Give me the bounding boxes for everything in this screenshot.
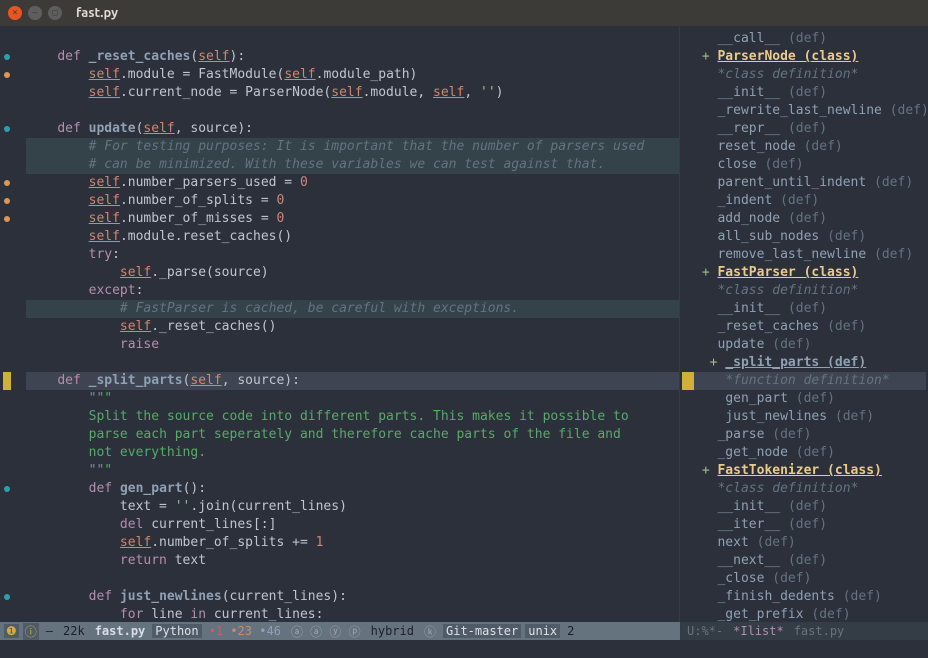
buffer-state: – [43, 624, 56, 638]
outline-item[interactable]: *function definition* [682, 372, 926, 390]
outline-item[interactable]: all_sub_nodes (def) [682, 228, 926, 246]
code-line[interactable]: raise [26, 336, 679, 354]
code-line[interactable]: self.current_node = ParserNode(self.modu… [26, 84, 679, 102]
modeline-right[interactable]: U:%*- *Ilist* fast.py [680, 622, 928, 640]
buffer-file: fast.py [92, 624, 149, 638]
outline-item[interactable]: *class definition* [682, 282, 926, 300]
code-line[interactable]: try: [26, 246, 679, 264]
code-line[interactable]: for line in current_lines: [26, 606, 679, 622]
code-line[interactable]: self.number_of_splits = 0 [26, 192, 679, 210]
code-line[interactable]: # FastParser is cached, be careful with … [26, 300, 679, 318]
buffer-size: 22k [60, 624, 88, 638]
fringe [14, 26, 22, 622]
outline-item[interactable]: + ParserNode (class) [682, 48, 926, 66]
outline-item[interactable]: _get_prefix (def) [682, 606, 926, 622]
code-line[interactable]: Split the source code into different par… [26, 408, 679, 426]
outline-item[interactable]: + FastParser (class) [682, 264, 926, 282]
window-controls: × – ▢ [8, 6, 62, 20]
outline-item[interactable]: _get_node (def) [682, 444, 926, 462]
outline-item[interactable]: update (def) [682, 336, 926, 354]
modeline-left[interactable]: ❶ ⓘ – 22k fast.py Python •1 •23 •46 ⓐ ⓐ ⓨ… [0, 622, 680, 640]
code-line[interactable]: self.number_of_misses = 0 [26, 210, 679, 228]
outline-item[interactable]: _close (def) [682, 570, 926, 588]
code-line[interactable]: self._parse(source) [26, 264, 679, 282]
outline-item[interactable]: *class definition* [682, 66, 926, 84]
code-line[interactable]: self.number_parsers_used = 0 [26, 174, 679, 192]
code-line[interactable]: except: [26, 282, 679, 300]
code-line[interactable]: return text [26, 552, 679, 570]
minimize-button[interactable]: – [28, 6, 42, 20]
evil-state: hybrid [368, 624, 417, 638]
major-mode: Python [152, 624, 201, 638]
outline-item[interactable]: _indent (def) [682, 192, 926, 210]
code-line[interactable] [26, 354, 679, 372]
code-line[interactable]: not everything. [26, 444, 679, 462]
modelines: ❶ ⓘ – 22k fast.py Python •1 •23 •46 ⓐ ⓐ ⓨ… [0, 622, 928, 640]
code-line[interactable]: def gen_part(): [26, 480, 679, 498]
outline-item[interactable]: gen_part (def) [682, 390, 926, 408]
code-line[interactable]: text = ''.join(current_lines) [26, 498, 679, 516]
code-line[interactable]: # can be minimized. With these variables… [26, 156, 679, 174]
right-state: U:%*- [684, 624, 726, 638]
code-line[interactable] [26, 30, 679, 48]
outline-item[interactable]: _finish_dedents (def) [682, 588, 926, 606]
outline-item[interactable]: __iter__ (def) [682, 516, 926, 534]
outline-item[interactable]: __init__ (def) [682, 300, 926, 318]
code-line[interactable]: self.module = FastModule(self.module_pat… [26, 66, 679, 84]
gutter [0, 26, 14, 622]
outline-item[interactable]: __init__ (def) [682, 498, 926, 516]
outline-item[interactable]: _parse (def) [682, 426, 926, 444]
close-button[interactable]: × [8, 6, 22, 20]
code-line[interactable]: def _split_parts(self, source): [26, 372, 679, 390]
code-line[interactable] [26, 102, 679, 120]
position: 2 [564, 624, 577, 638]
code-line[interactable]: def _reset_caches(self): [26, 48, 679, 66]
code-line[interactable]: """ [26, 462, 679, 480]
code-line[interactable]: # For testing purposes: It is important … [26, 138, 679, 156]
outline-item[interactable]: __repr__ (def) [682, 120, 926, 138]
kill-ring-icon: ⓚ [421, 623, 439, 640]
maximize-button[interactable]: ▢ [48, 6, 62, 20]
code-pane[interactable]: def _reset_caches(self): self.module = F… [22, 26, 679, 622]
vcs-branch: Git-master [443, 624, 521, 638]
outline-item[interactable]: close (def) [682, 156, 926, 174]
code-line[interactable]: self.number_of_splits += 1 [26, 534, 679, 552]
titlebar: × – ▢ fast.py [0, 0, 928, 26]
outline-item[interactable]: remove_last_newline (def) [682, 246, 926, 264]
outline-item[interactable]: + FastTokenizer (class) [682, 462, 926, 480]
encoding: unix [525, 624, 560, 638]
outline-item[interactable]: just_newlines (def) [682, 408, 926, 426]
outline-item[interactable]: + _split_parts (def) [682, 354, 926, 372]
code-line[interactable]: """ [26, 390, 679, 408]
code-line[interactable]: self.module.reset_caches() [26, 228, 679, 246]
minor-modes: ⓐ ⓐ ⓨ ⓟ [288, 623, 364, 640]
outline-item[interactable]: add_node (def) [682, 210, 926, 228]
code-line[interactable] [26, 570, 679, 588]
outline-item[interactable]: __init__ (def) [682, 84, 926, 102]
outline-item[interactable]: _reset_caches (def) [682, 318, 926, 336]
outline-item[interactable]: next (def) [682, 534, 926, 552]
code-line[interactable]: parse each part seperately and therefore… [26, 426, 679, 444]
info-icon: ⓘ [23, 623, 39, 640]
code-line[interactable]: def update(self, source): [26, 120, 679, 138]
window-title: fast.py [76, 6, 118, 20]
right-buffer: *Ilist* [730, 624, 787, 638]
right-file: fast.py [791, 624, 848, 638]
code-line[interactable]: self._reset_caches() [26, 318, 679, 336]
outline-item[interactable]: __call__ (def) [682, 30, 926, 48]
outline-item[interactable]: parent_until_indent (def) [682, 174, 926, 192]
code-line[interactable]: del current_lines[:] [26, 516, 679, 534]
outline-item[interactable]: *class definition* [682, 480, 926, 498]
outline-item[interactable]: __next__ (def) [682, 552, 926, 570]
outline-item[interactable]: reset_node (def) [682, 138, 926, 156]
outline-item[interactable]: _rewrite_last_newline (def) [682, 102, 926, 120]
outline-pane[interactable]: __call__ (def) + ParserNode (class) *cla… [680, 26, 928, 622]
minibuffer[interactable] [0, 640, 928, 658]
code-line[interactable]: def just_newlines(current_lines): [26, 588, 679, 606]
flycheck: •1 •23 •46 [206, 624, 284, 638]
warning-icon: ❶ [4, 624, 19, 638]
editor-area: def _reset_caches(self): self.module = F… [0, 26, 928, 622]
